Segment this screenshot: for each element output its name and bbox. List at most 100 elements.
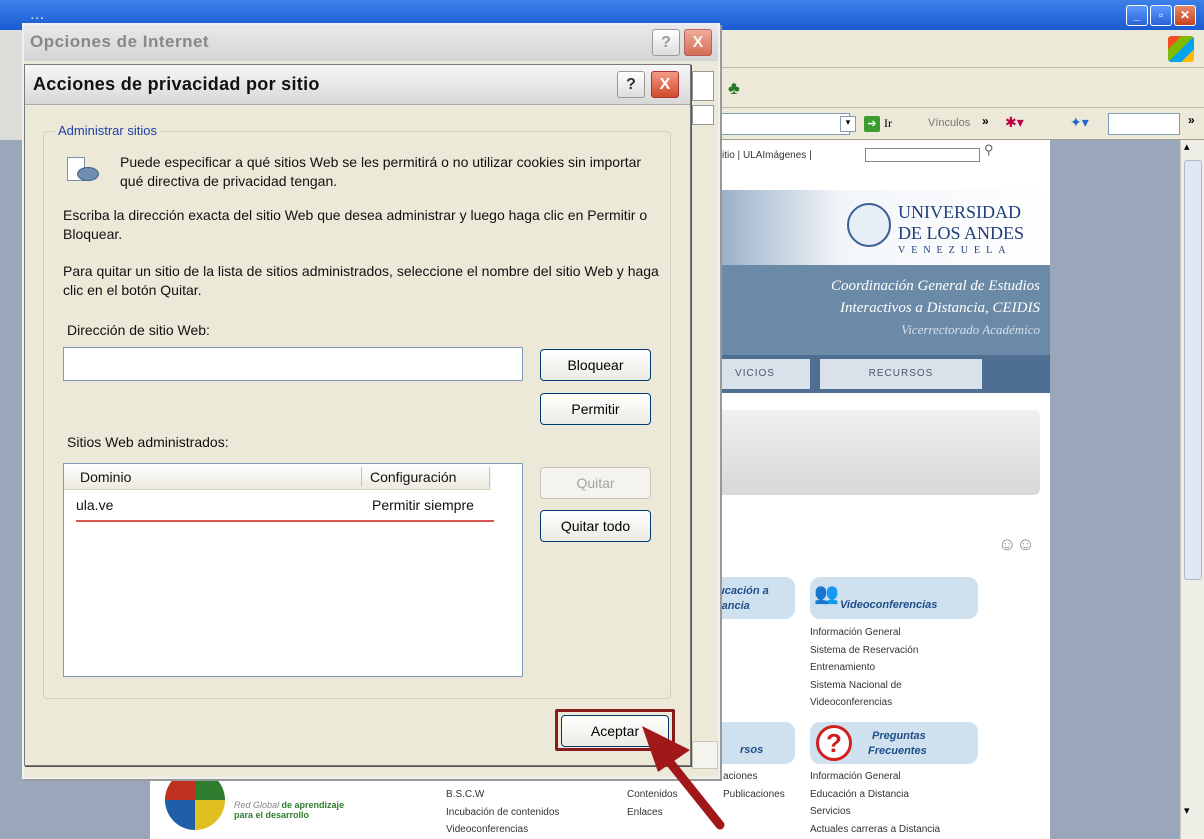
scroll-down-icon[interactable]: ▾	[1184, 804, 1190, 817]
vertical-scrollbar[interactable]: ▴ ▾	[1180, 140, 1204, 839]
video-link[interactable]: Entrenamiento	[810, 659, 918, 677]
pill-faq-line-2: Frecuentes	[868, 745, 927, 757]
faq-link[interactable]: Servicios	[810, 803, 940, 821]
site-topbar: l sitio | ULAImágenes | ⚲	[700, 140, 1050, 190]
links-chevron-icon[interactable]: »	[982, 114, 989, 128]
faq-link[interactable]: Educación a Distancia	[810, 786, 940, 804]
row-setting: Permitir siempre	[372, 497, 474, 513]
video-link[interactable]: Sistema de Reservación	[810, 642, 918, 660]
browser-toolbar: ♣	[700, 68, 1204, 108]
faq-links: Información General Educación a Distanci…	[810, 768, 940, 838]
site-banner-panel	[700, 410, 1040, 495]
cookie-privacy-icon	[65, 153, 101, 185]
translate-icon[interactable]: ✱▾	[1005, 114, 1024, 131]
site-search-input[interactable]	[865, 148, 980, 162]
outer-side-control	[692, 71, 714, 101]
video-people-icon: 👥	[814, 583, 839, 605]
bottom-links-col1: B.S.C.W Incubación de contenidos Videoco…	[446, 786, 559, 839]
managed-sites-label: Sitios Web administrados:	[67, 434, 229, 450]
instructions-text-2: Para quitar un sitio de la lista de siti…	[63, 263, 659, 298]
column-divider	[361, 467, 362, 487]
scroll-up-icon[interactable]: ▴	[1184, 140, 1190, 153]
managed-sites-list[interactable]: Dominio Configuración ula.ve Permitir si…	[63, 463, 523, 677]
go-label[interactable]: Ir	[884, 116, 892, 131]
bottom-link[interactable]: B.S.C.W	[446, 786, 559, 804]
video-link[interactable]: Sistema Nacional de	[810, 677, 918, 695]
internet-options-titlebar: Opciones de Internet ? X	[24, 25, 718, 61]
messenger-icon[interactable]: ♣	[728, 78, 740, 99]
column-divider	[489, 467, 490, 487]
bottom-link[interactable]: Incubación de contenidos	[446, 804, 559, 822]
close-icon[interactable]: X	[684, 29, 712, 56]
university-name-3: VENEZUELA	[898, 245, 1012, 256]
page-background-right	[1050, 140, 1180, 839]
remove-all-button[interactable]: Quitar todo	[540, 510, 651, 542]
help-icon[interactable]: ?	[652, 29, 680, 56]
browser-menubar	[700, 30, 1204, 68]
magnifier-icon[interactable]: ⚲	[984, 142, 994, 158]
faq-link[interactable]: Información General	[810, 768, 940, 786]
question-icon: ?	[816, 725, 852, 761]
column-domain[interactable]: Dominio	[80, 468, 360, 487]
close-icon[interactable]: ✕	[1174, 5, 1196, 26]
help-icon[interactable]: ?	[617, 71, 645, 98]
site-logo-band: UNIVERSIDAD DE LOS ANDES VENEZUELA	[700, 190, 1050, 265]
pill-education-line-2: tancia	[718, 600, 750, 612]
red-global-line-1: Red Global	[234, 800, 280, 810]
red-global-line-1b: de aprendizaje	[281, 800, 345, 810]
video-links: Información General Sistema de Reservaci…	[810, 624, 918, 712]
website-address-input[interactable]	[63, 347, 523, 381]
site-toplinks[interactable]: l sitio | ULAImágenes |	[712, 150, 812, 161]
university-name-1: UNIVERSIDAD	[898, 202, 1021, 222]
maximize-icon[interactable]: ▫	[1150, 5, 1172, 26]
address-input[interactable]	[700, 113, 850, 135]
coordination-block: Coordinación General de Estudios Interac…	[700, 265, 1050, 355]
close-icon[interactable]: X	[651, 71, 679, 98]
manage-sites-group-label: Administrar sitios	[55, 123, 160, 138]
university-seal-icon	[847, 203, 891, 247]
video-link[interactable]: Videoconferencias	[810, 694, 918, 712]
table-row[interactable]: ula.ve Permitir siempre	[64, 494, 494, 518]
links-label[interactable]: Vínculos	[928, 117, 970, 129]
pill-recursos-label: rsos	[740, 744, 764, 756]
red-global-text: Red Global de aprendizaje para el desarr…	[234, 800, 344, 820]
row-domain: ula.ve	[76, 497, 114, 513]
go-arrow-icon[interactable]: ➔	[864, 116, 880, 132]
browser-title: ...	[30, 4, 45, 23]
faq-link[interactable]: Actuales carreras a Distancia	[810, 821, 940, 839]
coordination-line-1: Coordinación General de Estudios	[830, 278, 1040, 294]
coordination-line-2: Interactivos a Distancia, CEIDIS	[840, 300, 1040, 316]
instructions-text-1: Escriba la dirección exacta del sitio We…	[63, 207, 648, 242]
block-button[interactable]: Bloquear	[540, 349, 651, 381]
allow-button[interactable]: Permitir	[540, 393, 651, 425]
windows-logo-icon	[1168, 36, 1194, 62]
toolbar-chevron-icon[interactable]: »	[1188, 113, 1195, 127]
outer-side-control-2	[692, 105, 714, 125]
address-bar: ▾ ➔ Ir Vínculos » ✱▾ ✦▾ »	[700, 108, 1204, 140]
scroll-thumb[interactable]	[1184, 160, 1202, 580]
vicerrectorado: Vicerrectorado Académico	[901, 322, 1040, 337]
search-box[interactable]	[1108, 113, 1180, 135]
pill-faq[interactable]: ? Preguntas Frecuentes	[810, 722, 978, 764]
row-annotation-underline	[76, 520, 494, 522]
column-configuration[interactable]: Configuración	[370, 468, 490, 487]
minimize-icon[interactable]: _	[1126, 5, 1148, 26]
pill-video-label: Videoconferencias	[840, 599, 938, 611]
red-global-logo-icon	[165, 770, 225, 830]
tool-icon[interactable]: ✦▾	[1070, 114, 1089, 131]
bottom-link[interactable]: Videoconferencias	[446, 821, 559, 839]
privacy-dialog-titlebar: Acciones de privacidad por sitio ? X	[25, 65, 690, 105]
red-global-line-2: para el desarrollo	[234, 810, 310, 820]
people-icon: ☺☺	[998, 534, 1035, 554]
list-header: Dominio Configuración	[64, 464, 491, 490]
intro-text: Puede especificar a qué sitios Web se le…	[120, 154, 642, 189]
remove-button[interactable]: Quitar	[540, 467, 651, 499]
address-label: Dirección de sitio Web:	[67, 322, 210, 338]
pill-education-line-1: ucación a	[718, 585, 769, 597]
annotation-arrow-icon	[642, 726, 725, 830]
video-link[interactable]: Información General	[810, 624, 918, 642]
address-dropdown-icon[interactable]: ▾	[840, 116, 856, 132]
tab-resources[interactable]: RECURSOS	[820, 359, 982, 389]
privacy-dialog-title: Acciones de privacidad por sitio	[33, 74, 320, 94]
pill-videoconferencias[interactable]: 👥 Videoconferencias	[810, 577, 978, 619]
